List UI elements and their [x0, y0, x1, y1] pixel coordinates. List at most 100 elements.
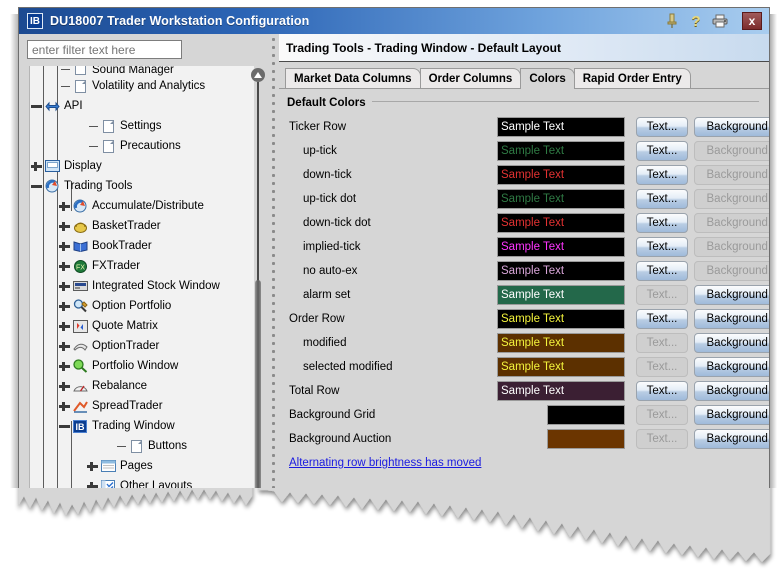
text-color-button[interactable]: Text...	[636, 261, 688, 281]
background-color-button[interactable]: Background...	[694, 381, 770, 401]
sidebar-item-api[interactable]: API	[30, 96, 254, 116]
color-swatch: Sample Text	[497, 285, 625, 305]
scroll-up-arrow-icon[interactable]	[251, 68, 265, 82]
color-swatch: Sample Text	[497, 381, 625, 401]
scrollbar-thumb[interactable]	[255, 280, 261, 510]
collapse-icon[interactable]	[58, 420, 71, 433]
color-row-label: down-tick dot	[303, 217, 371, 229]
splitter-dot	[272, 462, 275, 465]
expand-icon[interactable]	[58, 340, 71, 353]
sidebar-item-rebalance[interactable]: Rebalance	[30, 376, 254, 396]
collapse-icon[interactable]	[30, 180, 43, 193]
expand-icon[interactable]	[58, 380, 71, 393]
text-color-button[interactable]: Text...	[636, 381, 688, 401]
tab-market-data-columns[interactable]: Market Data Columns	[285, 68, 421, 89]
sidebar-item-portfolio-window[interactable]: Portfolio Window	[30, 356, 254, 376]
tab-label: Colors	[529, 73, 565, 85]
text-color-button[interactable]: Text...	[636, 165, 688, 185]
alternating-row-link[interactable]: Alternating row brightness has moved	[289, 457, 770, 469]
background-color-button[interactable]: Background...	[694, 117, 770, 137]
sidebar-item-option-portfolio[interactable]: Option Portfolio	[30, 296, 254, 316]
tab-order-columns[interactable]: Order Columns	[420, 68, 522, 89]
splitter-dot	[272, 102, 275, 105]
sidebar-item-volatility-and-analytics[interactable]: Volatility and Analytics	[30, 76, 254, 96]
text-color-button[interactable]: Text...	[636, 309, 688, 329]
text-color-button[interactable]: Text...	[636, 141, 688, 161]
scrollbar-track[interactable]	[257, 82, 259, 282]
background-color-button: Background...	[694, 237, 770, 257]
default-colors-group: Default Colors	[287, 93, 761, 111]
sidebar-item-precautions[interactable]: Precautions	[30, 136, 254, 156]
sidebar-scrollbar[interactable]	[251, 68, 265, 508]
tab-label: Market Data Columns	[294, 73, 412, 85]
expand-icon[interactable]	[58, 320, 71, 333]
text-color-button[interactable]: Text...	[636, 237, 688, 257]
text-color-button[interactable]: Text...	[636, 213, 688, 233]
background-color-button: Background...	[694, 165, 770, 185]
sidebar-item-optiontrader[interactable]: OptionTrader	[30, 336, 254, 356]
expand-icon[interactable]	[58, 360, 71, 373]
color-row-label: Background Grid	[289, 409, 375, 421]
expand-icon[interactable]	[30, 160, 43, 173]
background-color-button[interactable]: Background...	[694, 429, 770, 449]
sidebar-item-fxtrader[interactable]: FXFXTrader	[30, 256, 254, 276]
sidebar-item-accumulate-distribute[interactable]: Accumulate/Distribute	[30, 196, 254, 216]
pin-icon[interactable]	[662, 11, 682, 31]
expand-icon[interactable]	[58, 400, 71, 413]
tab-colors[interactable]: Colors	[520, 68, 574, 89]
print-icon[interactable]	[710, 11, 730, 31]
splitter-dot	[272, 366, 275, 369]
portfolio-icon	[72, 359, 88, 374]
sidebar-item-quote-matrix[interactable]: Quote Matrix	[30, 316, 254, 336]
tree-elbow-icon	[114, 520, 127, 522]
background-color-button[interactable]: Background...	[694, 357, 770, 377]
expand-icon[interactable]	[58, 200, 71, 213]
sidebar-item-booktrader[interactable]: BookTrader	[30, 236, 254, 256]
background-color-button[interactable]: Background...	[694, 333, 770, 353]
expand-icon[interactable]	[58, 240, 71, 253]
sidebar-item-trading-tools[interactable]: Trading Tools	[30, 176, 254, 196]
sidebar-item-pages[interactable]: Pages	[30, 456, 254, 476]
background-color-button[interactable]: Background...	[694, 309, 770, 329]
sidebar-item-integrated-stock-window[interactable]: Integrated Stock Window	[30, 276, 254, 296]
expand-icon[interactable]	[58, 300, 71, 313]
expand-icon[interactable]	[58, 280, 71, 293]
expand-icon[interactable]	[86, 460, 99, 473]
sidebar-item-label: OptionTrader	[92, 340, 163, 352]
sidebar-item-display[interactable]: Display	[30, 156, 254, 176]
expand-icon[interactable]	[86, 480, 99, 493]
expand-icon[interactable]	[58, 260, 71, 273]
sidebar-item-trading-window[interactable]: IBTrading Window	[30, 416, 254, 436]
sidebar-item-buttons[interactable]: Buttons	[30, 436, 254, 456]
sidebar-item-other-layouts[interactable]: Other Layouts	[30, 476, 254, 496]
splitter-dot	[272, 110, 275, 113]
sidebar-item-scaletrader-layout[interactable]: ScaleTrader Layout	[30, 516, 254, 521]
help-icon[interactable]: ?	[686, 11, 706, 31]
sidebar-item-label: Rebalance	[92, 380, 151, 392]
sidebar-item-sound-manager[interactable]: Sound Manager	[30, 66, 254, 76]
color-row-label: up-tick dot	[303, 193, 356, 205]
splitter-dot	[272, 46, 275, 49]
collapse-icon[interactable]	[30, 100, 43, 113]
color-row: Ticker RowSample TextText...Background..…	[279, 115, 770, 139]
configuration-window: IB DU18007 Trader Workstation Configurat…	[18, 7, 770, 529]
splitter-dot	[272, 358, 275, 361]
expand-icon[interactable]	[58, 220, 71, 233]
sidebar-item-label: Quote Matrix	[92, 320, 162, 332]
tab-rapid-order-entry[interactable]: Rapid Order Entry	[574, 68, 691, 89]
close-button[interactable]: x	[742, 12, 762, 30]
tree-elbow-icon	[114, 440, 127, 453]
sidebar-item-settings[interactable]: Settings	[30, 116, 254, 136]
sidebar-item-default-layout[interactable]: Default Layout	[30, 496, 254, 516]
color-swatch: Sample Text	[497, 309, 625, 329]
filter-input[interactable]	[27, 40, 182, 59]
background-color-button[interactable]: Background...	[694, 285, 770, 305]
background-color-button[interactable]: Background...	[694, 405, 770, 425]
text-color-button[interactable]: Text...	[636, 117, 688, 137]
splitter-dot	[272, 510, 275, 513]
settings-tree[interactable]: Sound ManagerVolatility and AnalyticsAPI…	[29, 66, 254, 521]
sidebar-item-spreadtrader[interactable]: SpreadTrader	[30, 396, 254, 416]
pane-splitter[interactable]	[271, 34, 277, 529]
sidebar-item-baskettrader[interactable]: BasketTrader	[30, 216, 254, 236]
text-color-button[interactable]: Text...	[636, 189, 688, 209]
